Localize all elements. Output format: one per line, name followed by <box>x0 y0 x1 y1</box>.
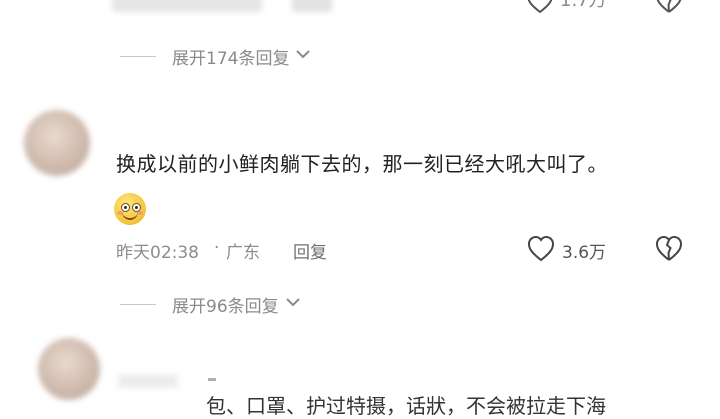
author-badge <box>208 378 216 381</box>
divider-line <box>120 303 156 305</box>
expand-replies-button[interactable]: 展开96条回复 <box>120 292 301 317</box>
broken-heart-icon[interactable] <box>654 234 684 264</box>
comment-author <box>118 374 178 388</box>
avatar[interactable] <box>38 338 100 400</box>
heart-outline-icon[interactable] <box>526 234 556 264</box>
meta-separator: · <box>214 238 220 258</box>
expand-replies-button[interactable]: 展开174条回复 <box>120 44 311 69</box>
chevron-down-icon <box>285 296 301 312</box>
heart-outline-icon[interactable] <box>525 0 555 16</box>
comment-timestamp: 昨天02:38 <box>116 243 199 263</box>
broken-heart-icon[interactable] <box>654 0 684 16</box>
smiling-face-emoji-icon <box>114 193 146 225</box>
previous-comment-tag <box>292 0 332 12</box>
avatar[interactable] <box>24 110 90 176</box>
expand-replies-label: 展开174条回复 <box>172 48 290 69</box>
chevron-down-icon <box>295 48 311 64</box>
like-count: 3.6万 <box>562 243 607 263</box>
expand-replies-label: 展开96条回复 <box>172 296 279 317</box>
reply-button[interactable]: 回复 <box>293 238 327 263</box>
divider-line <box>120 55 156 57</box>
comment-text: 换成以前的小鲜肉躺下去的，那一刻已经大吼大叫了。 <box>116 152 608 176</box>
previous-comment-author <box>112 0 262 12</box>
comment-location: 广东 <box>226 243 260 263</box>
previous-comment-like-count: 1.7万 <box>560 0 607 11</box>
